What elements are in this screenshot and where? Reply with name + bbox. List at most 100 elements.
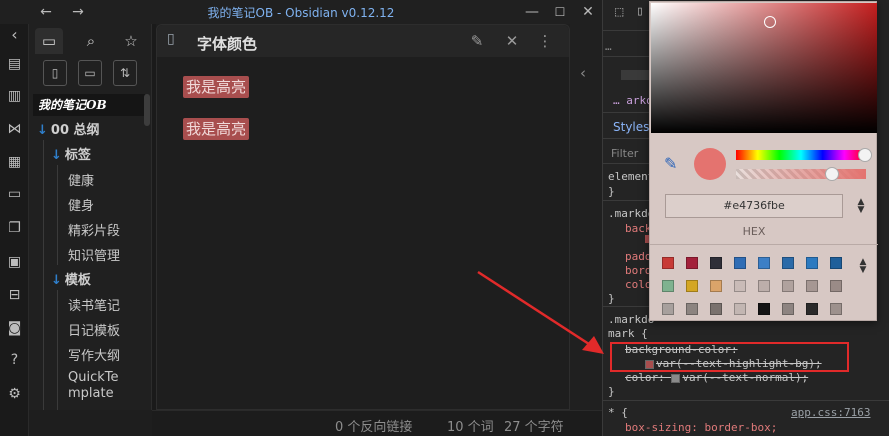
palette-swatch[interactable] — [830, 303, 842, 315]
highlighted-text[interactable]: 我是高亮 — [183, 76, 250, 98]
css-property[interactable]: back — [625, 222, 652, 235]
dom-breadcrumb[interactable]: … arko — [613, 94, 653, 107]
file-item[interactable]: 写作大纲 — [68, 345, 120, 364]
markdown-importer-icon[interactable]: ▤ — [4, 54, 25, 75]
file-item[interactable]: 健身 — [68, 195, 94, 214]
vault-name[interactable]: 我的笔记OB — [33, 94, 145, 116]
palette-swatch[interactable] — [806, 257, 818, 269]
maximize-icon[interactable]: ☐ — [550, 2, 570, 22]
palette-swatch[interactable] — [686, 280, 698, 292]
search-icon[interactable]: ⌕ — [77, 28, 105, 54]
graph-view-icon[interactable]: ⋈ — [4, 119, 25, 140]
collapse-left-icon[interactable]: ‹ — [4, 24, 25, 45]
palette-swatch[interactable] — [686, 303, 698, 315]
tab-styles[interactable]: Styles — [613, 120, 649, 134]
close-icon[interactable]: ✕ — [578, 2, 598, 22]
chevron-left-icon[interactable]: ‹ — [580, 64, 586, 82]
vault-icon[interactable]: ◙ — [4, 318, 25, 339]
palette-swatch[interactable] — [710, 303, 722, 315]
palette-swatch[interactable] — [758, 257, 770, 269]
dom-node-collapsed[interactable] — [621, 70, 649, 80]
file-item[interactable]: 日记模板 — [68, 320, 120, 339]
sort-icon[interactable]: ⇅ — [113, 60, 137, 86]
minimize-icon[interactable]: — — [522, 2, 542, 22]
css-rule-selector[interactable]: * { — [608, 406, 628, 419]
settings-icon[interactable]: ⚙ — [4, 384, 25, 405]
palette-swatch[interactable] — [734, 303, 746, 315]
file-item[interactable]: 健康 — [68, 170, 94, 189]
palette-swatch[interactable] — [662, 280, 674, 292]
folder-tags[interactable]: ↓ 标签 — [51, 144, 91, 163]
file-item[interactable]: QuickTe — [68, 370, 119, 385]
palette-swatch[interactable] — [782, 303, 794, 315]
hex-input[interactable]: #e4736fbe — [665, 194, 843, 218]
palette-swatch[interactable] — [734, 257, 746, 269]
close-icon[interactable]: ✕ — [502, 31, 522, 51]
palette-toggle-icon[interactable]: ▲ ▼ — [857, 258, 869, 275]
format-toggle-icon[interactable]: ▲ ▼ — [855, 198, 867, 215]
file-explorer-icon[interactable]: ▭ — [35, 28, 63, 54]
eyedropper-icon[interactable]: ✎ — [664, 154, 677, 173]
inspect-cursor-icon[interactable]: ⬚ — [615, 4, 623, 20]
folder-templates[interactable]: ↓ 模板 — [51, 269, 91, 288]
palette-swatch[interactable] — [806, 280, 818, 292]
palette-swatch[interactable] — [782, 257, 794, 269]
word-count: 10 个词 — [447, 420, 494, 435]
palette-swatch[interactable] — [782, 280, 794, 292]
help-icon[interactable]: ? — [4, 350, 25, 371]
hue-slider[interactable] — [736, 150, 866, 160]
alpha-slider-thumb[interactable] — [825, 167, 839, 181]
file-item[interactable]: 精彩片段 — [68, 220, 120, 239]
note-title[interactable]: 字体颜色 — [197, 33, 257, 54]
source-link[interactable]: app.css:7163 — [791, 406, 870, 419]
css-declaration-color[interactable]: color: var(--text-normal); — [625, 371, 808, 384]
highlighted-text[interactable]: 我是高亮 — [183, 118, 250, 140]
pages-icon[interactable]: ❐ — [4, 218, 25, 239]
file-explorer-sidebar: ▭ ⌕ ☆ ▯ ▭ ⇅ 我的笔记OB ↓ 00 总纲 ↓ 标签 健康 健身 精彩片段… — [29, 24, 152, 410]
document-icon[interactable]: ▥ — [4, 86, 25, 107]
hue-slider-thumb[interactable] — [858, 148, 872, 162]
archive-icon[interactable]: ⊟ — [4, 285, 25, 306]
palette-swatch[interactable] — [686, 257, 698, 269]
palette-swatch[interactable] — [662, 303, 674, 315]
slides-icon[interactable]: ▭ — [4, 184, 25, 205]
palette-swatch[interactable] — [758, 280, 770, 292]
new-folder-icon[interactable]: ▭ — [78, 60, 102, 86]
chevron-down-icon: ↓ — [51, 273, 62, 288]
file-item-continued[interactable]: mplate — [68, 386, 114, 401]
palette-swatch[interactable] — [830, 257, 842, 269]
file-item[interactable]: 读书笔记 — [68, 295, 120, 314]
window-title: 我的笔记OB - Obsidian v0.12.12 — [207, 6, 395, 20]
palette-swatch[interactable] — [734, 280, 746, 292]
palette-swatch[interactable] — [662, 257, 674, 269]
starred-icon[interactable]: ☆ — [117, 28, 145, 54]
edit-pencil-icon[interactable]: ✎ — [467, 31, 487, 51]
saturation-area[interactable] — [651, 3, 877, 133]
css-declaration-box-sizing[interactable]: box-sizing: border-box; — [625, 421, 777, 434]
folder-root[interactable]: ↓ 00 总纲 — [37, 119, 100, 138]
css-property[interactable]: padd — [625, 250, 652, 263]
css-rule-selector[interactable]: mark { — [608, 327, 648, 340]
alpha-slider[interactable] — [736, 169, 866, 179]
sidebar-scrollbar[interactable] — [144, 94, 150, 126]
palette-swatch[interactable] — [758, 303, 770, 315]
more-options-icon[interactable]: ⋮ — [535, 31, 555, 51]
palette-swatch[interactable] — [806, 303, 818, 315]
styles-filter-input[interactable]: Filter — [611, 147, 638, 160]
palette-swatch[interactable] — [830, 280, 842, 292]
color-swatch[interactable] — [671, 373, 681, 383]
annotation-highlight-box — [610, 342, 849, 372]
blocks-icon[interactable]: ▣ — [4, 252, 25, 273]
palette-swatch[interactable] — [710, 257, 722, 269]
css-property[interactable]: bord — [625, 264, 652, 277]
backlinks-count[interactable]: 0 个反向链接 — [335, 416, 412, 435]
new-note-icon[interactable]: ▯ — [43, 60, 67, 86]
file-item[interactable]: 知识管理 — [68, 245, 120, 264]
css-rule-selector[interactable]: .markdo — [608, 207, 654, 220]
palette-swatch[interactable] — [710, 280, 722, 292]
css-property[interactable]: colo — [625, 278, 652, 291]
saturation-thumb[interactable] — [764, 16, 776, 28]
calendar-icon[interactable]: ▦ — [4, 152, 25, 173]
device-toggle-icon[interactable]: ▯ — [636, 4, 644, 19]
css-rule-selector[interactable]: .markdo — [608, 313, 654, 326]
